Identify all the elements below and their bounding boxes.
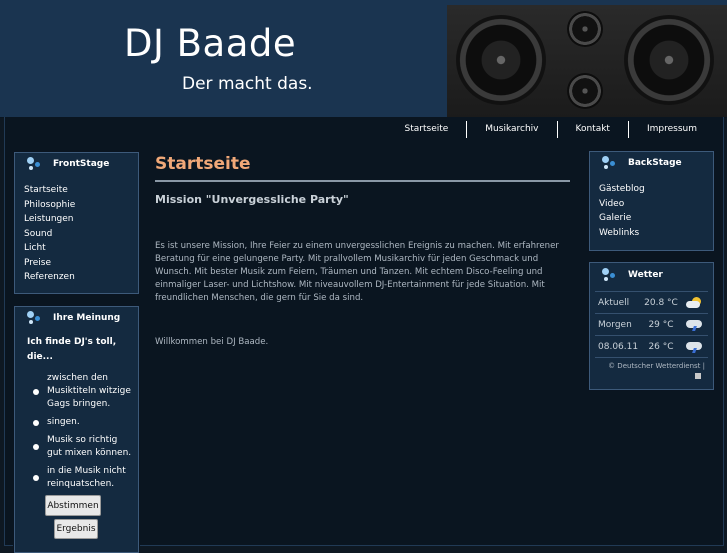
sidebar-item-leistungen[interactable]: Leistungen xyxy=(24,212,138,227)
backstage-title: BackStage xyxy=(628,158,682,168)
frontstage-title: FrontStage xyxy=(53,159,110,169)
nav-musikarchiv[interactable]: Musikarchiv xyxy=(466,120,556,138)
poll-option[interactable]: in die Musik nicht reinquatschen. xyxy=(15,465,138,491)
top-tweeter-icon xyxy=(567,11,603,47)
weather-box: Wetter Aktuell 20.8 °C Morgen 29 °C 08.0… xyxy=(589,262,714,390)
radio-button[interactable] xyxy=(33,475,39,481)
partly-cloudy-sun-icon xyxy=(686,296,704,309)
backstage-box: BackStage Gästeblog Video Galerie Weblin… xyxy=(589,151,714,251)
backstage-menu: Gästeblog Video Galerie Weblinks xyxy=(590,182,713,240)
thunderstorm-icon xyxy=(686,319,704,331)
sidebar-item-galerie[interactable]: Galerie xyxy=(599,211,713,226)
sidebar-item-licht[interactable]: Licht xyxy=(24,241,138,256)
weather-temperature: 26 °C xyxy=(648,341,674,352)
results-button[interactable]: Ergebnis xyxy=(54,519,98,539)
site-header: DJ Baade Der macht das. xyxy=(0,0,727,118)
poll-option-label: zwischen den Musiktiteln witzige Gags br… xyxy=(47,373,131,409)
nav-kontakt[interactable]: Kontakt xyxy=(556,120,628,138)
sidebar-item-philosophie[interactable]: Philosophie xyxy=(24,198,138,213)
radio-button[interactable] xyxy=(33,388,39,395)
frontstage-menu: Startseite Philosophie Leistungen Sound … xyxy=(15,183,138,285)
sidebar-item-weblinks[interactable]: Weblinks xyxy=(599,226,713,241)
molecule-icon xyxy=(27,311,43,325)
weather-temperature: 20.8 °C xyxy=(644,297,678,308)
poll-option[interactable]: zwischen den Musiktiteln witzige Gags br… xyxy=(15,372,138,411)
mission-paragraph: Es ist unsere Mission, Ihre Feier zu ein… xyxy=(155,241,559,303)
thunderstorm-icon xyxy=(686,341,704,353)
title-divider xyxy=(155,180,570,182)
weather-row: Aktuell 20.8 °C xyxy=(595,291,708,313)
poll-option[interactable]: Musik so richtig gut mixen können. xyxy=(15,434,138,460)
molecule-icon xyxy=(27,157,43,171)
weather-header: Wetter xyxy=(590,263,713,287)
sidebar-item-sound[interactable]: Sound xyxy=(24,227,138,242)
top-navigation: Startseite Musikarchiv Kontakt Impressum xyxy=(387,120,715,138)
frontstage-header: FrontStage xyxy=(15,153,138,175)
poll-title: Ihre Meinung xyxy=(53,313,121,323)
weather-logo-icon xyxy=(695,373,701,379)
weather-credit[interactable]: © Deutscher Wetterdienst | xyxy=(590,358,713,370)
poll-option-label: singen. xyxy=(47,417,80,427)
right-woofer-icon xyxy=(624,15,714,105)
page-title: Startseite xyxy=(155,154,251,174)
site-subtitle: Der macht das. xyxy=(182,74,313,94)
radio-button[interactable] xyxy=(33,444,39,450)
weather-day-label: Aktuell xyxy=(598,297,630,308)
sidebar-item-gaestebog[interactable]: Gästeblog xyxy=(599,182,713,197)
weather-title: Wetter xyxy=(628,270,663,280)
nav-impressum[interactable]: Impressum xyxy=(627,120,715,138)
sidebar-item-referenzen[interactable]: Referenzen xyxy=(24,270,138,285)
radio-button[interactable] xyxy=(33,419,39,426)
sidebar-item-video[interactable]: Video xyxy=(599,197,713,212)
sidebar-item-startseite[interactable]: Startseite xyxy=(24,183,138,198)
sidebar-item-preise[interactable]: Preise xyxy=(24,256,138,271)
speaker-banner-image xyxy=(447,5,727,117)
nav-startseite[interactable]: Startseite xyxy=(387,121,467,138)
weather-temperature: 29 °C xyxy=(648,319,674,330)
vote-button[interactable]: Abstimmen xyxy=(45,495,101,516)
poll-option-label: Musik so richtig gut mixen können. xyxy=(47,435,132,458)
frontstage-box: FrontStage Startseite Philosophie Leistu… xyxy=(14,152,139,294)
molecule-icon xyxy=(602,268,618,282)
poll-option-label: in die Musik nicht reinquatschen. xyxy=(47,466,126,489)
welcome-text: Willkommen bei DJ Baade. xyxy=(155,337,269,347)
site-title[interactable]: DJ Baade xyxy=(124,22,296,65)
weather-day-label: 08.06.11 xyxy=(598,341,639,352)
poll-option[interactable]: singen. xyxy=(15,416,138,429)
molecule-icon xyxy=(602,156,618,170)
left-woofer-icon xyxy=(456,15,546,105)
weather-day-label: Morgen xyxy=(598,319,632,330)
backstage-header: BackStage xyxy=(590,152,713,174)
poll-header: Ihre Meinung xyxy=(15,307,138,329)
mission-heading: Mission "Unvergessliche Party" xyxy=(155,193,349,206)
weather-row: 08.06.11 26 °C xyxy=(595,335,708,357)
bottom-tweeter-icon xyxy=(567,73,603,109)
weather-row: Morgen 29 °C xyxy=(595,313,708,335)
poll-question: Ich finde DJ's toll, die... xyxy=(27,337,117,362)
